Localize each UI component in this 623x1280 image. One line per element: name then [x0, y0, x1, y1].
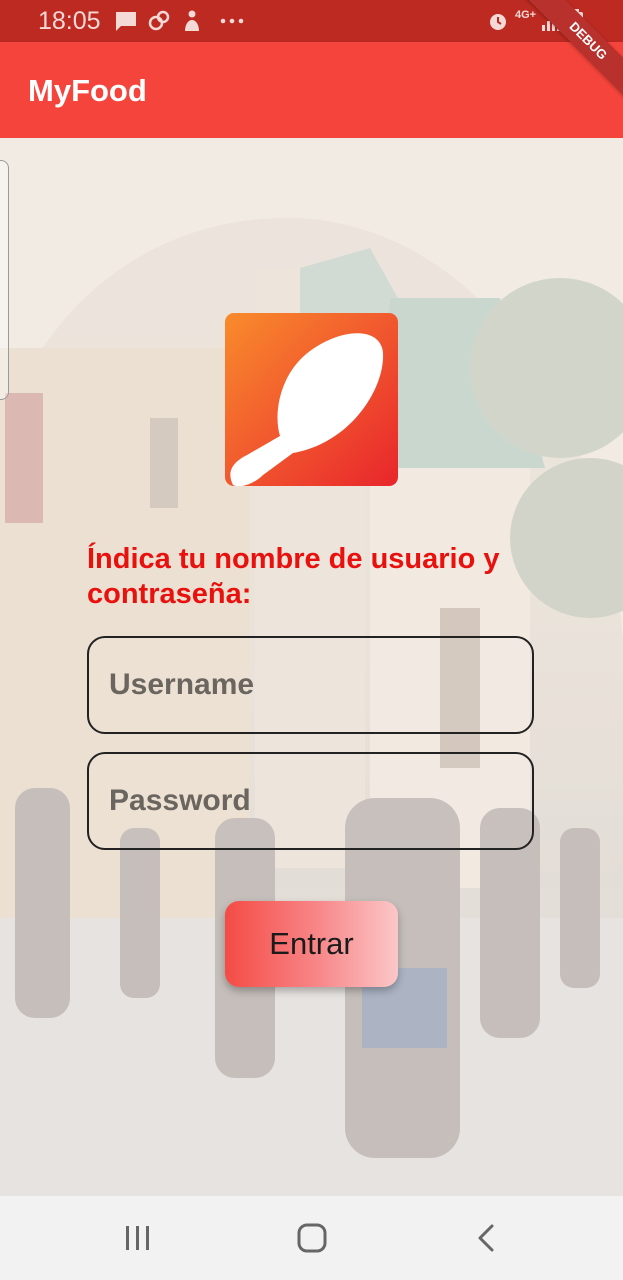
person-icon	[185, 10, 199, 31]
app-title: MyFood	[28, 73, 147, 108]
debug-banner: DEBUG	[518, 0, 623, 111]
username-field[interactable]: Username	[87, 636, 534, 734]
more-icon	[220, 18, 244, 24]
login-prompt: Índica tu nombre de usuario y contraseña…	[87, 543, 500, 610]
spoon-icon	[230, 333, 384, 486]
debug-banner-container: DEBUG	[503, 0, 623, 120]
message-icon	[116, 12, 136, 31]
navigation-bar	[0, 1196, 623, 1280]
link-icon	[148, 10, 170, 31]
home-icon[interactable]	[295, 1218, 329, 1258]
status-time: 18:05	[38, 7, 101, 35]
side-drawer-handle[interactable]	[0, 160, 9, 400]
password-field[interactable]: Password	[87, 752, 534, 850]
username-placeholder: Username	[109, 668, 255, 701]
recent-apps-icon[interactable]	[122, 1218, 154, 1258]
password-placeholder: Password	[109, 784, 251, 817]
back-icon[interactable]	[474, 1218, 498, 1258]
app-logo	[225, 313, 398, 486]
enter-button[interactable]: Entrar	[225, 901, 398, 987]
